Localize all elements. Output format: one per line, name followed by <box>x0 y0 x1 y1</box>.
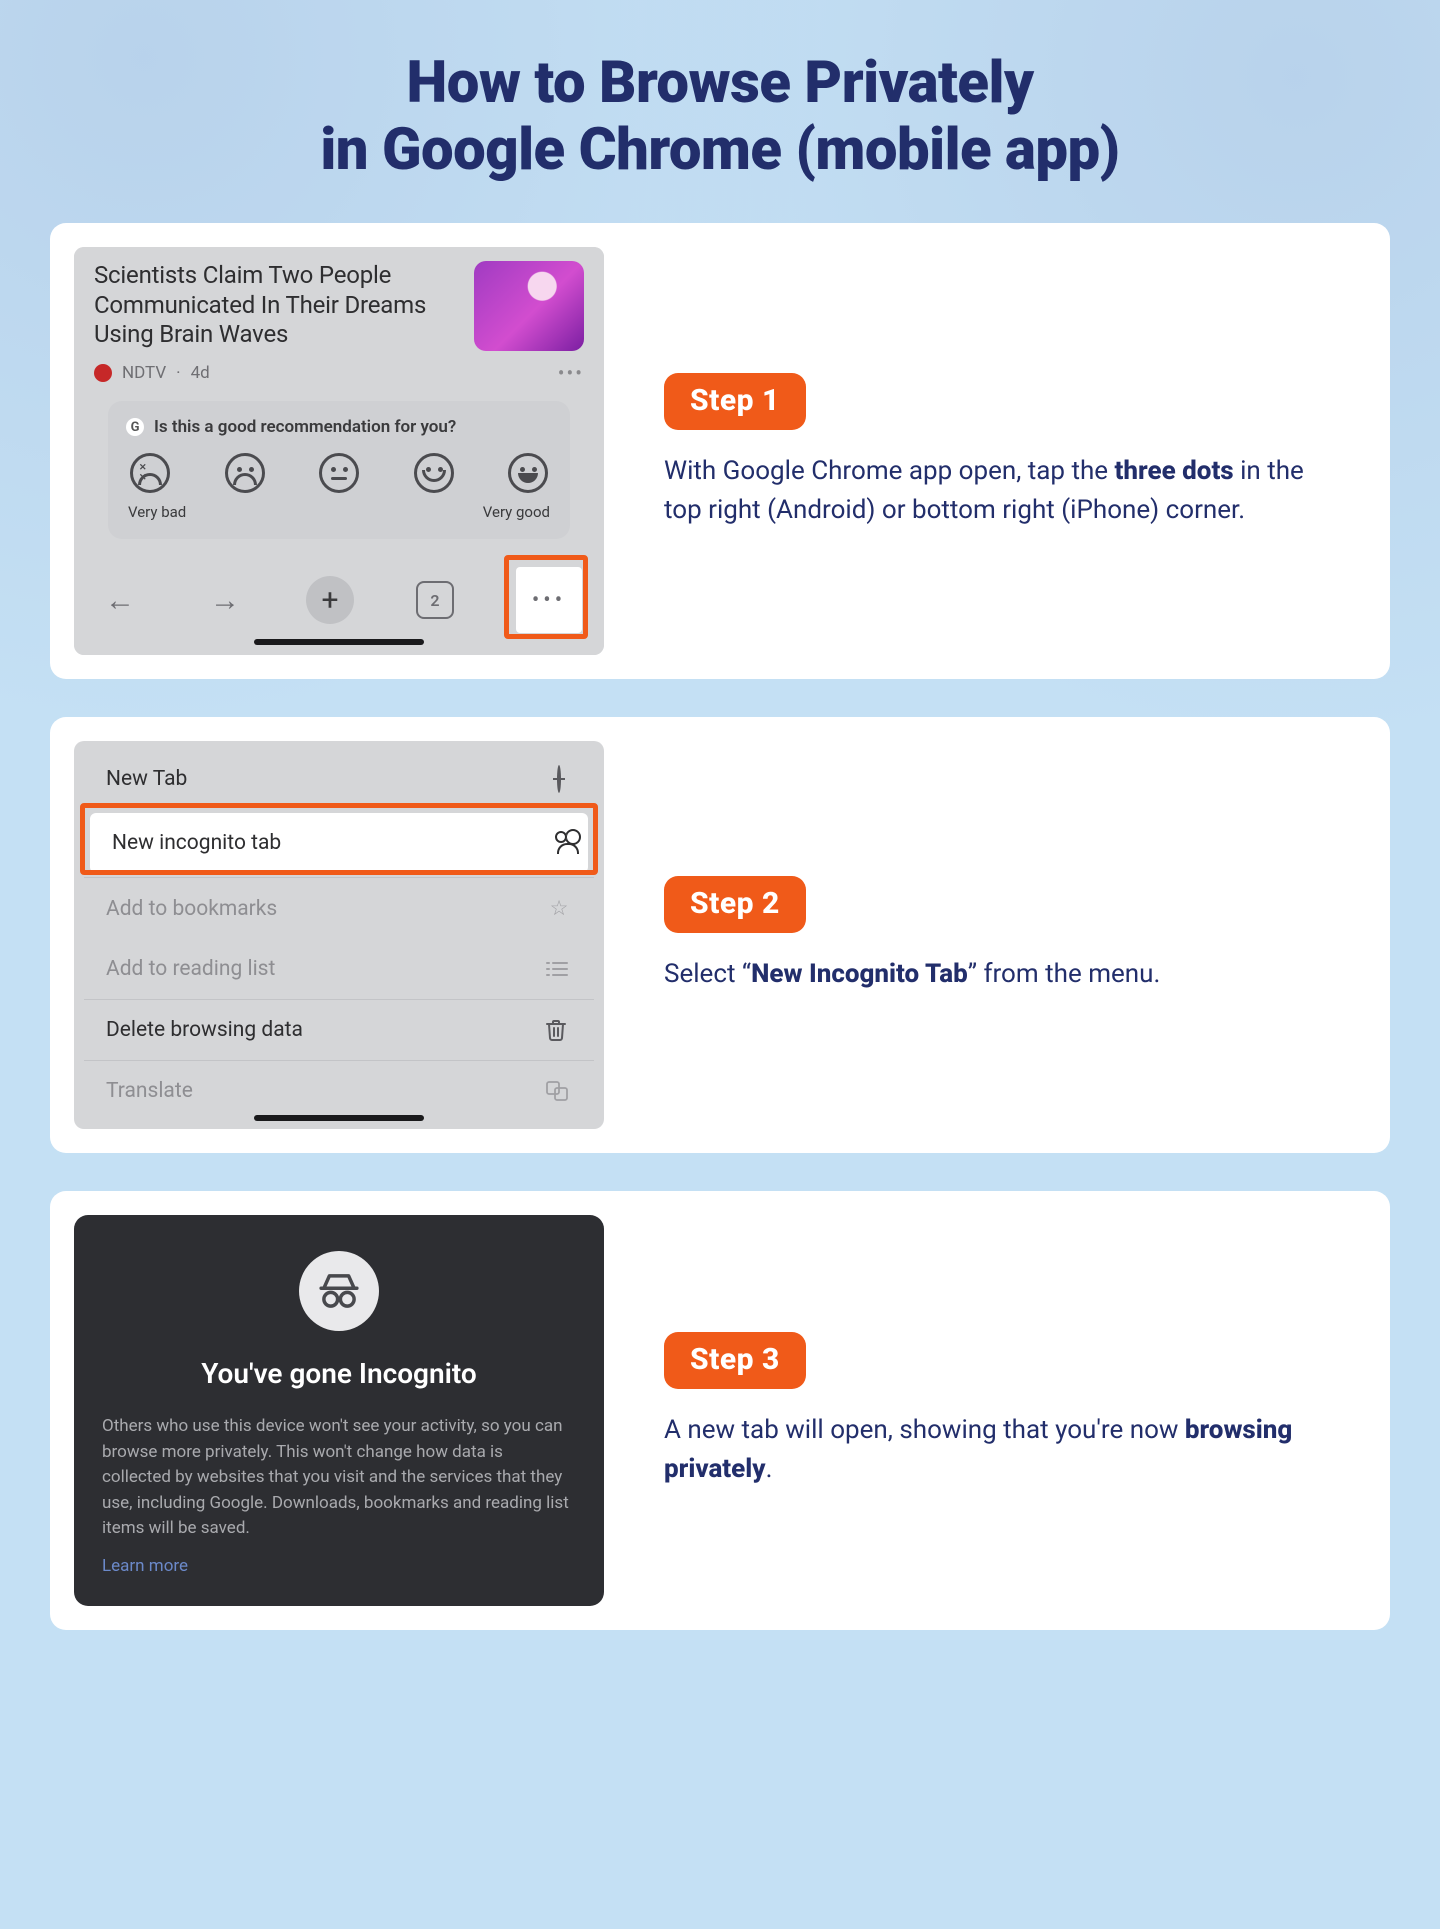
step-3-card: You've gone Incognito Others who use thi… <box>50 1191 1390 1630</box>
menu-translate-label: Translate <box>106 1079 193 1103</box>
feedback-label-good: Very good <box>483 503 550 521</box>
step-1-description: With Google Chrome app open, tap the thr… <box>664 452 1336 530</box>
forward-button[interactable]: → <box>201 576 249 624</box>
feedback-label-bad: Very bad <box>128 503 186 521</box>
face-neutral-icon[interactable] <box>319 453 359 493</box>
face-good-icon[interactable] <box>414 453 454 493</box>
back-button[interactable]: ← <box>96 576 144 624</box>
menu-delete-data[interactable]: Delete browsing data <box>84 999 594 1060</box>
title-line-1: How to Browse Privately <box>406 49 1033 117</box>
incognito-heading: You've gone Incognito <box>102 1357 576 1390</box>
menu-bookmarks[interactable]: Add to bookmarks ☆ <box>84 877 594 939</box>
article-age: 4d <box>191 363 210 383</box>
step-2-screenshot: New Tab New incognito tab Add to bookmar… <box>74 741 604 1129</box>
article-more-icon[interactable]: ••• <box>558 361 584 385</box>
new-tab-button[interactable]: + <box>306 576 354 624</box>
tabs-button[interactable]: 2 <box>411 576 459 624</box>
step-1-card: Scientists Claim Two People Communicated… <box>50 223 1390 679</box>
step-1-badge: Step 1 <box>664 373 806 430</box>
menu-reading-list[interactable]: Add to reading list <box>84 939 594 999</box>
menu-reading-label: Add to reading list <box>106 957 275 981</box>
title-line-2: in Google Chrome (mobile app) <box>320 116 1119 184</box>
step-3-description: A new tab will open, showing that you're… <box>664 1411 1336 1489</box>
home-indicator <box>254 1115 424 1121</box>
article-thumbnail <box>474 261 584 351</box>
plus-circle-icon <box>546 767 572 791</box>
menu-new-tab-label: New Tab <box>106 767 187 791</box>
translate-icon <box>546 1081 572 1101</box>
step-2-card: New Tab New incognito tab Add to bookmar… <box>50 717 1390 1153</box>
face-very-bad-icon[interactable] <box>130 453 170 493</box>
step-2-description: Select “New Incognito Tab” from the menu… <box>664 955 1336 994</box>
article-meta: NDTV · 4d ••• <box>94 361 584 385</box>
page-title: How to Browse Privately in Google Chrome… <box>170 50 1270 183</box>
step-2-badge: Step 2 <box>664 876 806 933</box>
highlight-overlay <box>80 803 598 875</box>
article-source: NDTV <box>122 363 166 383</box>
trash-icon <box>546 1019 572 1041</box>
article-headline: Scientists Claim Two People Communicated… <box>94 261 460 349</box>
step-1-screenshot: Scientists Claim Two People Communicated… <box>74 247 604 655</box>
google-g-icon: G <box>126 418 144 436</box>
incognito-screen: You've gone Incognito Others who use thi… <box>74 1215 604 1606</box>
chrome-feed-screenshot: Scientists Claim Two People Communicated… <box>74 247 604 655</box>
chrome-menu-screenshot: New Tab New incognito tab Add to bookmar… <box>74 741 604 1129</box>
menu-translate[interactable]: Translate <box>84 1060 594 1121</box>
face-bad-icon[interactable] <box>225 453 265 493</box>
step-3-badge: Step 3 <box>664 1332 806 1389</box>
menu-delete-label: Delete browsing data <box>106 1018 303 1042</box>
feedback-box: G Is this a good recommendation for you?… <box>108 401 570 539</box>
highlight-overlay <box>504 555 588 639</box>
menu-bookmarks-label: Add to bookmarks <box>106 897 277 921</box>
star-icon: ☆ <box>546 896 572 921</box>
feedback-question: Is this a good recommendation for you? <box>154 417 456 437</box>
incognito-body: Others who use this device won't see you… <box>102 1414 576 1542</box>
incognito-hero-icon <box>299 1251 379 1331</box>
list-icon <box>546 960 572 978</box>
home-indicator <box>254 639 424 645</box>
learn-more-link[interactable]: Learn more <box>102 1556 188 1576</box>
source-avatar-icon <box>94 364 112 382</box>
menu-new-tab[interactable]: New Tab <box>84 749 594 809</box>
infographic-page: How to Browse Privately in Google Chrome… <box>0 0 1440 1929</box>
step-3-screenshot: You've gone Incognito Others who use thi… <box>74 1215 604 1606</box>
face-very-good-icon[interactable] <box>508 453 548 493</box>
tabs-count-icon: 2 <box>416 581 454 619</box>
